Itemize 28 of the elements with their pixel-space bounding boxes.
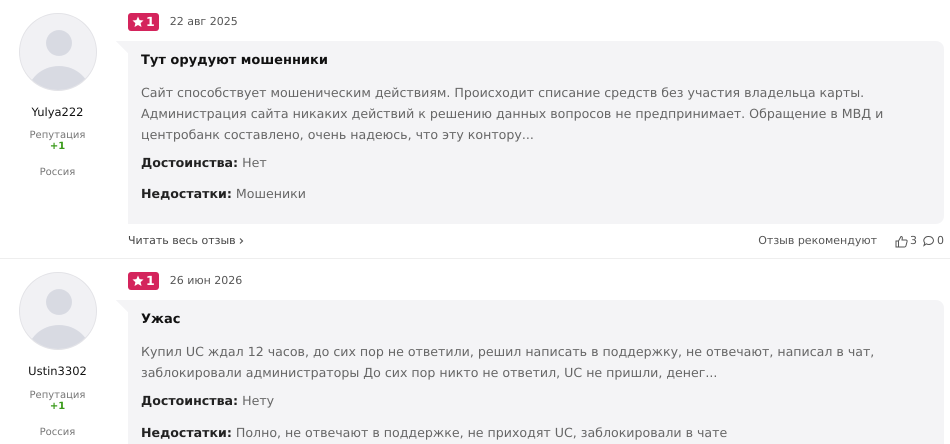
country: Россия <box>40 166 76 180</box>
username[interactable]: Yulya222 <box>32 104 84 122</box>
review-text: Сайт способствует мошеническим действиям. Происходит списание средств без участия владельца карты. Администрация сайта никаких действий к решению данных вопросов не предпринимает. Обращение в МВД и центробанк составлено, очень надеюсь, что эту контору... <box>141 84 884 144</box>
review-title: Тут орудуют мошенники <box>141 52 329 70</box>
rating-badge: 1 <box>128 272 159 290</box>
review-text: Купил UC ждал 12 часов, до сих пор не ответили, решил написать в поддержку, не отвечают, написал в чат, заблокировали администраторы До сих пор никто не ответил, UC не пришли, денег... <box>141 342 876 382</box>
cons-text: Недостатки: Мошеники <box>141 185 307 204</box>
reputation-value: +1 <box>50 400 66 412</box>
comment-icon <box>923 235 935 248</box>
recommend-label: Отзыв рекомендуют <box>758 233 877 250</box>
star-icon <box>132 16 144 28</box>
likes-count: 3 <box>910 233 917 250</box>
review-date: 26 июн 2026 <box>170 273 242 290</box>
username[interactable]: Ustin3302 <box>28 363 87 381</box>
rating-badge: 1 <box>128 13 159 31</box>
reputation-label: Репутация <box>30 130 86 142</box>
star-icon <box>132 275 144 288</box>
pros-text: Достоинства: Нету <box>141 392 276 410</box>
country: Россия <box>40 426 76 440</box>
reputation-value: +1 <box>50 141 66 152</box>
cons-text: Недостатки: Полно, не отвечают в поддержке, не приходят UC, заблокировали в чате <box>141 424 728 442</box>
review-date: 22 авг 2025 <box>170 14 238 30</box>
comments-count: 0 <box>937 233 944 250</box>
thumbs-up-icon <box>895 234 908 248</box>
reputation-label: Репутация <box>30 390 86 401</box>
pros-text: Достоинства: Нет <box>141 154 268 172</box>
read-more-link[interactable]: Читать весь отзыв <box>128 233 246 250</box>
review-title: Ужас <box>141 311 182 330</box>
